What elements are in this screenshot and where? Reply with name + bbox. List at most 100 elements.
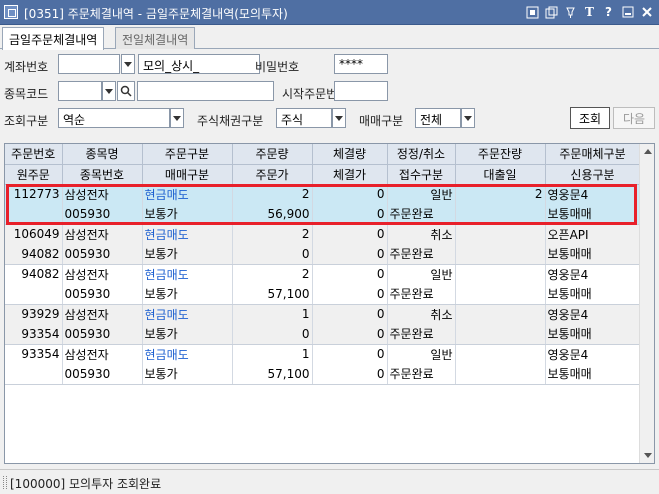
tab-bar: 금일주문체결내역 전일체결내역 bbox=[0, 27, 659, 50]
copy-icon[interactable] bbox=[543, 3, 560, 21]
trade-type-select[interactable]: 전체 bbox=[415, 108, 461, 128]
header-row: 원주문 종목번호 매매구분 주문가 체결가 접수구분 대출일 신용구분 bbox=[5, 164, 641, 185]
table-cell: 삼성전자 bbox=[62, 304, 143, 324]
table-cell: 2 bbox=[455, 184, 546, 204]
status-message: [100000] 모의투자 조회완료 bbox=[10, 477, 162, 491]
table-cell: 일반 bbox=[387, 344, 456, 364]
table-cell: 005930 bbox=[62, 284, 143, 305]
column-header[interactable]: 종목명 bbox=[62, 144, 143, 165]
table-row[interactable]: 93929 삼성전자 현금매도 1 0 취소 영웅문4 bbox=[5, 304, 641, 324]
column-header[interactable]: 종목번호 bbox=[62, 164, 143, 185]
start-order-input[interactable] bbox=[334, 81, 388, 101]
table-cell: 일반 bbox=[387, 184, 456, 204]
table-cell bbox=[455, 304, 546, 324]
next-button[interactable]: 다음 bbox=[613, 107, 655, 129]
search-icon bbox=[120, 85, 132, 97]
tab-today-orders[interactable]: 금일주문체결내역 bbox=[2, 27, 105, 50]
table-cell: 0 bbox=[312, 324, 388, 345]
link-icon[interactable] bbox=[524, 3, 541, 21]
table-cell: 삼성전자 bbox=[62, 184, 143, 204]
account-number-input[interactable] bbox=[58, 54, 120, 74]
table-row[interactable]: 94082 005930 보통가 0 0 주문완료 보통매매 bbox=[5, 244, 641, 265]
table-cell: 주문완료 bbox=[387, 204, 456, 225]
table-cell bbox=[5, 364, 63, 385]
table-cell: 일반 bbox=[387, 264, 456, 284]
account-label: 계좌번호 bbox=[4, 60, 49, 74]
table-cell: 94082 bbox=[5, 244, 63, 265]
table-row[interactable]: 94082 삼성전자 현금매도 2 0 일반 영웅문4 bbox=[5, 264, 641, 284]
table-cell: 2 bbox=[232, 264, 313, 284]
query-type-dropdown-button[interactable] bbox=[170, 108, 184, 128]
table-cell: 0 bbox=[312, 204, 388, 225]
table-cell: 보통가 bbox=[142, 324, 233, 345]
table-cell: 영웅문4 bbox=[545, 344, 641, 364]
column-header[interactable]: 주문구분 bbox=[142, 144, 233, 165]
font-icon[interactable]: T bbox=[581, 3, 598, 21]
table-cell: 현금매도 bbox=[142, 304, 233, 324]
column-header[interactable]: 주문량 bbox=[232, 144, 313, 165]
table-row[interactable]: 005930 보통가 56,900 0 주문완료 보통매매 bbox=[5, 204, 641, 225]
column-header[interactable]: 원주문 bbox=[5, 164, 63, 185]
scroll-up-icon[interactable] bbox=[640, 144, 654, 159]
table-header: 주문번호 종목명 주문구분 주문량 체결량 정정/취소 주문잔량 주문매체구분 원주문 종목번호 매… bbox=[5, 144, 641, 185]
table-cell bbox=[455, 224, 546, 244]
account-dropdown-button[interactable] bbox=[121, 54, 135, 74]
table-cell: 112773 bbox=[5, 184, 63, 204]
table-cell: 93929 bbox=[5, 304, 63, 324]
table-cell: 보통매매 bbox=[545, 324, 641, 345]
table-cell: 0 bbox=[312, 364, 388, 385]
query-panel: 계좌번호 모의_상시_ 비밀번호 **** 종목코드 시작주문번호 조회구분 역… bbox=[0, 49, 659, 145]
query-type-select[interactable]: 역순 bbox=[58, 108, 170, 128]
status-bar: [100000] 모의투자 조회완료 bbox=[0, 469, 659, 494]
titlebar-icons: T ? bbox=[524, 3, 655, 22]
stock-search-button[interactable] bbox=[117, 81, 135, 101]
stock-code-label: 종목코드 bbox=[4, 87, 49, 101]
table-cell: 주문완료 bbox=[387, 324, 456, 345]
table-row[interactable]: 93354 005930 보통가 0 0 주문완료 보통매매 bbox=[5, 324, 641, 345]
password-input[interactable]: **** bbox=[334, 54, 388, 74]
column-header[interactable]: 정정/취소 bbox=[387, 144, 456, 165]
help-icon[interactable]: ? bbox=[600, 3, 617, 21]
security-type-select[interactable]: 주식 bbox=[276, 108, 332, 128]
table-cell: 94082 bbox=[5, 264, 63, 284]
column-header[interactable]: 주문매체구분 bbox=[545, 144, 641, 165]
table-cell: 0 bbox=[312, 344, 388, 364]
table-row[interactable]: 005930 보통가 57,100 0 주문완료 보통매매 bbox=[5, 284, 641, 305]
table-cell: 57,100 bbox=[232, 364, 313, 385]
order-execution-grid: 주문번호 종목명 주문구분 주문량 체결량 정정/취소 주문잔량 주문매체구분 원주문 종목번호 매… bbox=[4, 143, 655, 464]
search-button[interactable]: 조회 bbox=[570, 107, 610, 129]
vertical-scrollbar[interactable] bbox=[639, 144, 654, 463]
column-header[interactable]: 체결가 bbox=[312, 164, 388, 185]
column-header[interactable]: 주문번호 bbox=[5, 144, 63, 165]
column-header[interactable]: 접수구분 bbox=[387, 164, 456, 185]
tab-previous-orders[interactable]: 전일체결내역 bbox=[115, 27, 196, 49]
table-cell: 0 bbox=[312, 184, 388, 204]
table-cell: 93354 bbox=[5, 324, 63, 345]
table-cell: 주문완료 bbox=[387, 364, 456, 385]
table-row[interactable]: 106049 삼성전자 현금매도 2 0 취소 오픈API bbox=[5, 224, 641, 244]
column-header[interactable]: 체결량 bbox=[312, 144, 388, 165]
stock-code-input[interactable] bbox=[58, 81, 102, 101]
column-header[interactable]: 매매구분 bbox=[142, 164, 233, 185]
table-row[interactable]: 93354 삼성전자 현금매도 1 0 일반 영웅문4 bbox=[5, 344, 641, 364]
scroll-down-icon[interactable] bbox=[640, 448, 654, 463]
column-header[interactable]: 신용구분 bbox=[545, 164, 641, 185]
table-cell: 보통가 bbox=[142, 284, 233, 305]
table-cell: 1 bbox=[232, 344, 313, 364]
security-type-dropdown-button[interactable] bbox=[332, 108, 346, 128]
table-row[interactable]: 005930 보통가 57,100 0 주문완료 보통매매 bbox=[5, 364, 641, 385]
trade-type-dropdown-button[interactable] bbox=[461, 108, 475, 128]
pin-icon[interactable] bbox=[562, 3, 579, 21]
app-icon[interactable] bbox=[4, 5, 18, 19]
column-header[interactable]: 주문잔량 bbox=[455, 144, 546, 165]
close-icon[interactable] bbox=[638, 3, 655, 21]
minimize-icon[interactable] bbox=[619, 3, 636, 21]
table-row[interactable]: 112773 삼성전자 현금매도 2 0 일반 2 영웅문4 bbox=[5, 184, 641, 204]
table-cell: 0 bbox=[232, 324, 313, 345]
table-cell: 005930 bbox=[62, 324, 143, 345]
column-header[interactable]: 대출일 bbox=[455, 164, 546, 185]
table-cell: 삼성전자 bbox=[62, 224, 143, 244]
stock-code-dropdown-button[interactable] bbox=[102, 81, 116, 101]
column-header[interactable]: 주문가 bbox=[232, 164, 313, 185]
table-cell: 보통매매 bbox=[545, 204, 641, 225]
